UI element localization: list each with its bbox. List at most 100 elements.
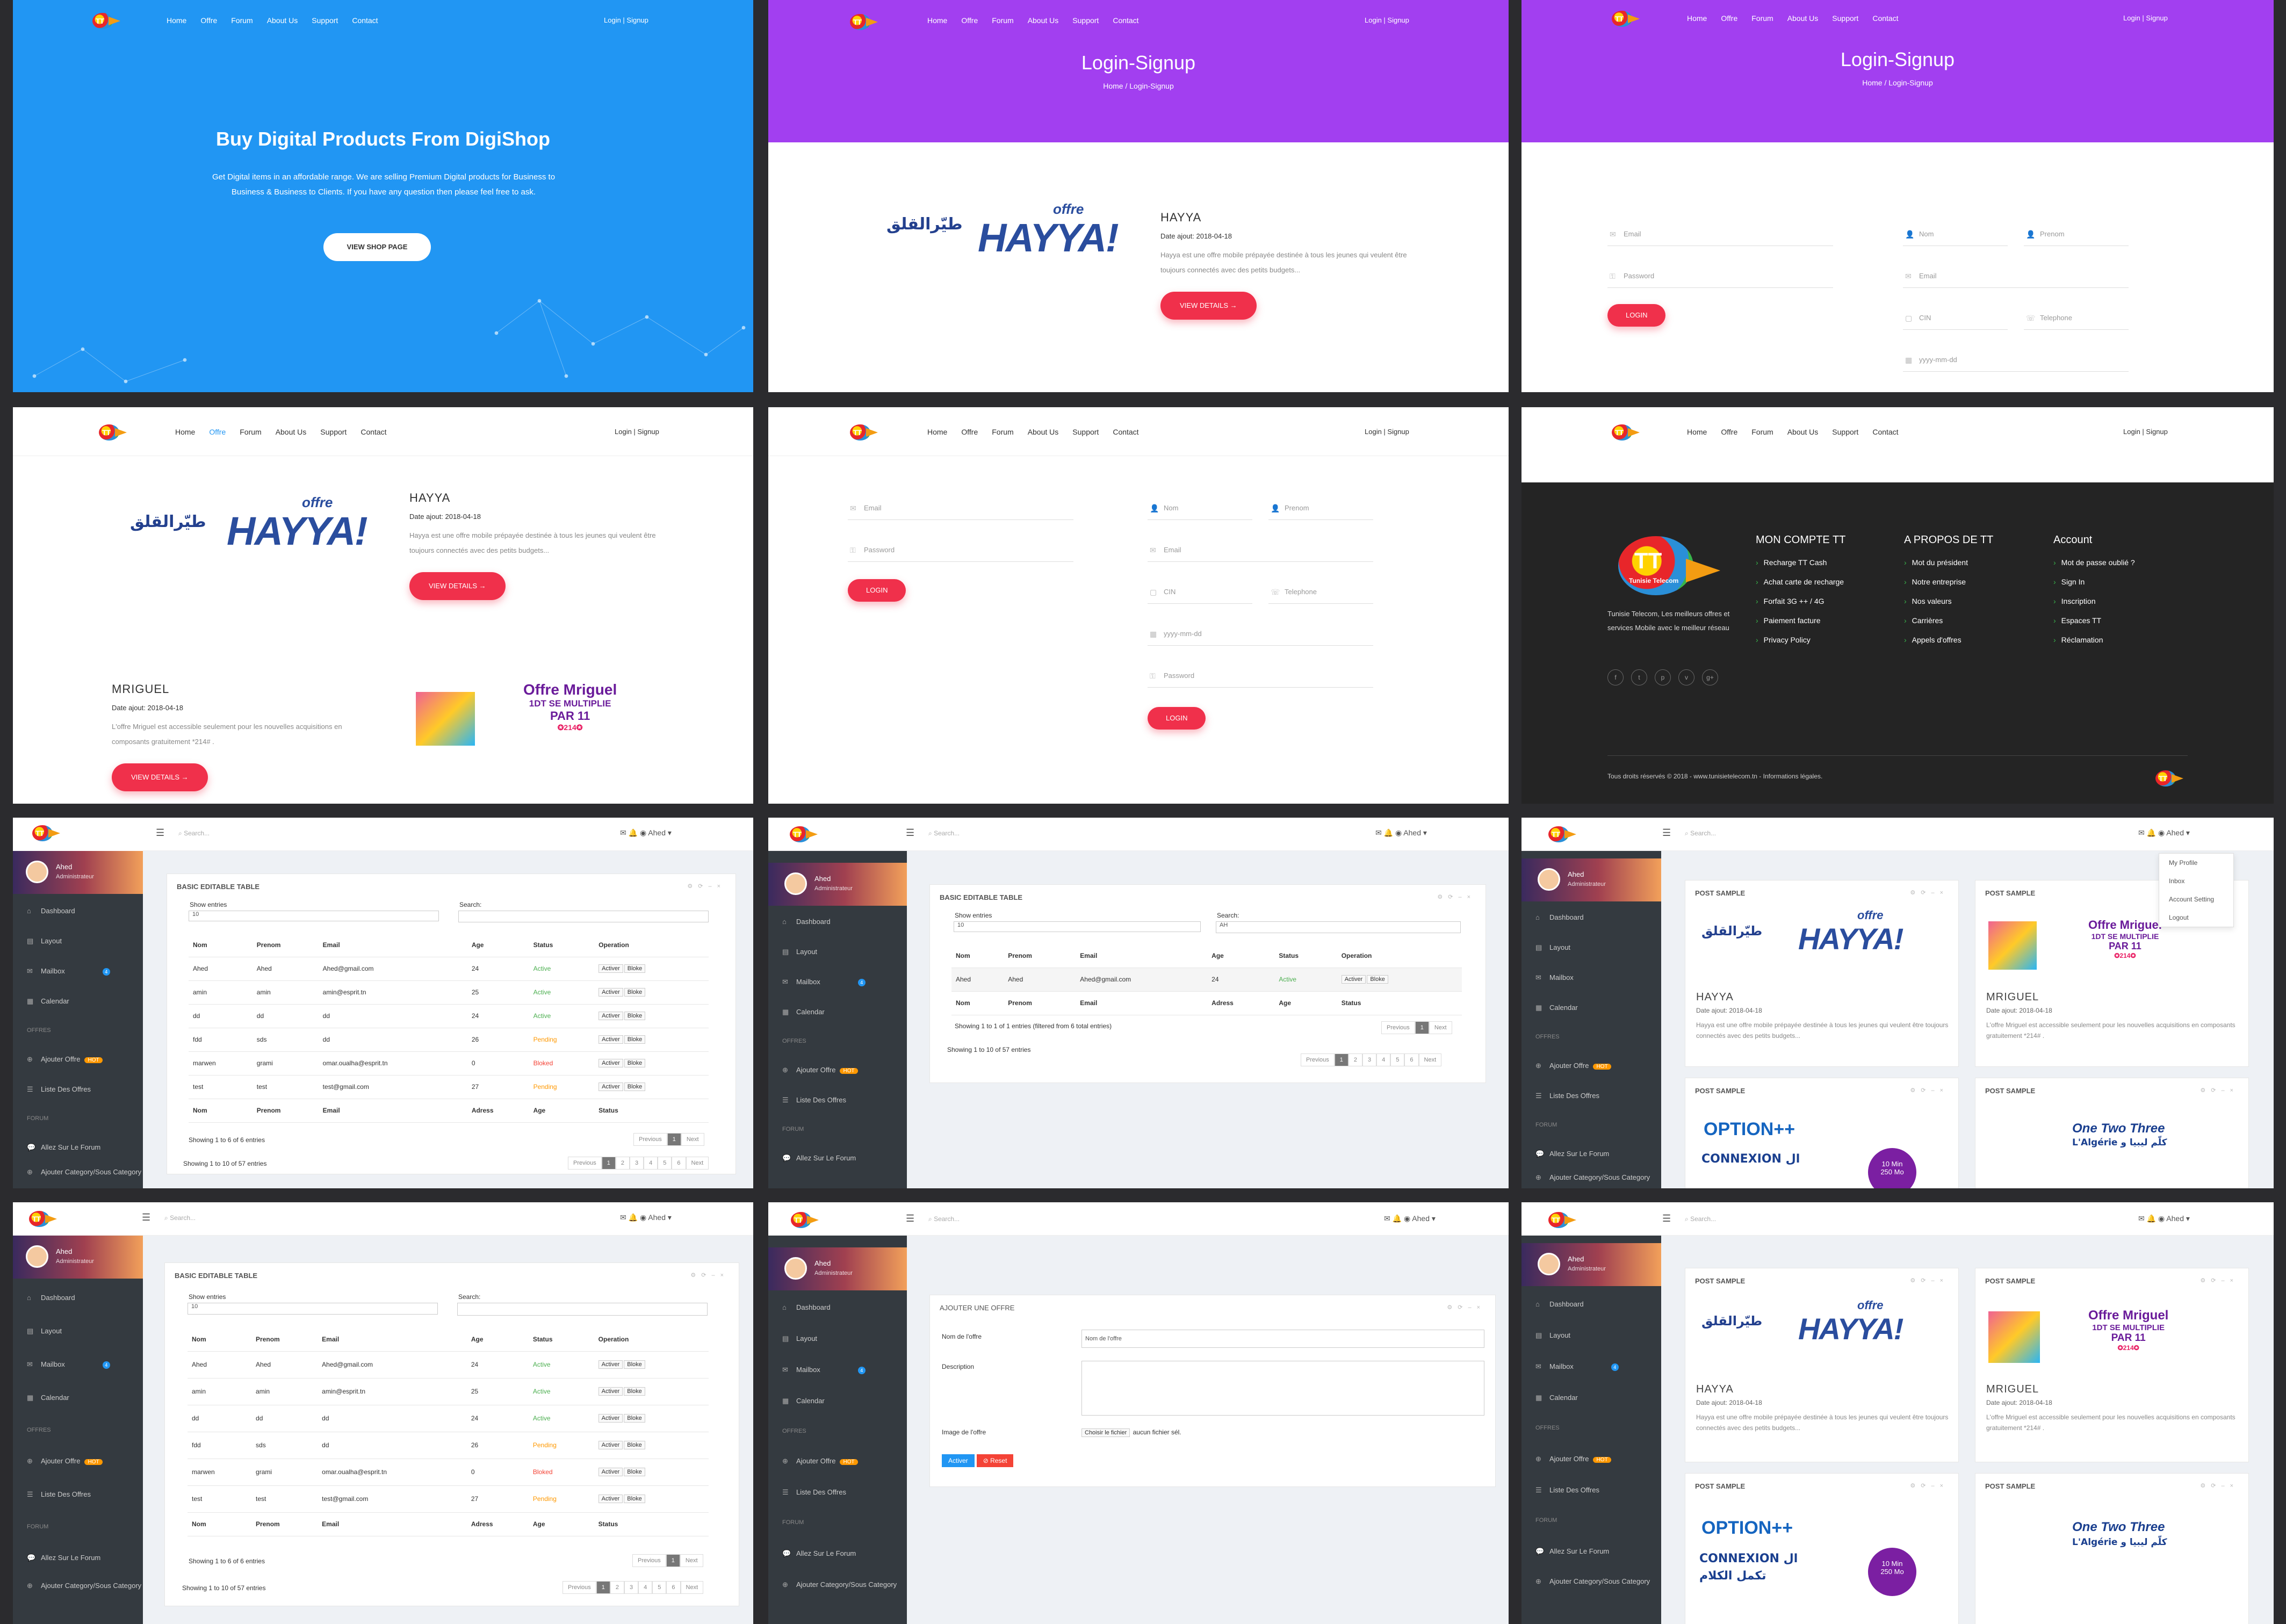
login-signup-link[interactable]: Login | Signup bbox=[2123, 428, 2168, 436]
search-input[interactable]: ⌕ Search... bbox=[1685, 829, 1716, 838]
signup-date-field[interactable]: ▦ yyyy-mm-dd bbox=[1903, 348, 2129, 372]
nav-offre[interactable]: Offre bbox=[961, 428, 978, 436]
sidebar-item-dashboard[interactable]: ⌂ Dashboard bbox=[27, 1294, 75, 1302]
tt-logo[interactable]: TT bbox=[850, 13, 880, 31]
sidebar-item-calendar[interactable]: ▦ Calendar bbox=[27, 997, 69, 1006]
sidebar-item-layout[interactable]: ▤ Layout bbox=[1535, 943, 1570, 952]
sidebar-item-forum[interactable]: 💬 Allez Sur Le Forum bbox=[27, 1554, 100, 1562]
tt-logo[interactable]: TT bbox=[99, 423, 129, 442]
activer-button[interactable]: Activer bbox=[598, 964, 623, 973]
pinterest-icon[interactable]: p bbox=[1655, 669, 1671, 685]
sidebar-item-forum[interactable]: 💬 Allez Sur Le Forum bbox=[782, 1154, 856, 1163]
tt-logo[interactable]: TT bbox=[92, 12, 122, 30]
bloke-button[interactable]: Bloke bbox=[624, 1414, 645, 1423]
signup-prenom-field[interactable]: 👤 Prenom bbox=[2024, 222, 2129, 246]
sidebar-item-calendar[interactable]: ▦ Calendar bbox=[1535, 1004, 1578, 1012]
nav-home[interactable]: Home bbox=[1687, 14, 1707, 23]
activer-button[interactable]: Activer bbox=[598, 1468, 623, 1476]
sidebar-item-layout[interactable]: ▤ Layout bbox=[27, 1327, 62, 1336]
bloke-button[interactable]: Bloke bbox=[624, 1012, 646, 1020]
twitter-icon[interactable]: t bbox=[1631, 669, 1647, 685]
nav-support[interactable]: Support bbox=[320, 428, 347, 436]
sidebar-item-category[interactable]: ⊕ Ajouter Category/Sous Category bbox=[1535, 1577, 1650, 1586]
sidebar-item-ajouter-offre[interactable]: ⊕ Ajouter Offre HOT bbox=[1535, 1062, 1611, 1070]
footer-link[interactable]: Forfait 3G ++ / 4G bbox=[1756, 597, 1845, 605]
tt-logo[interactable]: TT bbox=[1548, 825, 1578, 843]
login-email-field[interactable]: ✉ Email bbox=[1607, 222, 1833, 246]
sidebar-item-calendar[interactable]: ▦ Calendar bbox=[1535, 1394, 1578, 1402]
activer-button[interactable]: Activer bbox=[598, 1360, 623, 1369]
sidebar-item-category[interactable]: ⊕ Ajouter Category/Sous Category bbox=[27, 1168, 141, 1177]
breadcrumb[interactable]: Home / Login-Signup bbox=[1521, 78, 2274, 87]
sidebar-item-dashboard[interactable]: ⌂ Dashboard bbox=[27, 907, 75, 915]
menu-toggle-icon[interactable]: ☰ bbox=[906, 827, 914, 839]
activer-button[interactable]: Activer bbox=[598, 1441, 623, 1449]
nav-support[interactable]: Support bbox=[1832, 14, 1858, 23]
sidebar-item-dashboard[interactable]: ⌂ Dashboard bbox=[1535, 1300, 1584, 1308]
menu-inbox[interactable]: Inbox bbox=[2159, 872, 2233, 890]
menu-toggle-icon[interactable]: ☰ bbox=[1662, 827, 1671, 839]
avatar[interactable] bbox=[1538, 868, 1560, 891]
bell-icon[interactable]: 🔔 bbox=[2147, 828, 2156, 837]
login-signup-link[interactable]: Login | Signup bbox=[604, 16, 648, 24]
nav-contact[interactable]: Contact bbox=[1113, 428, 1138, 436]
tt-logo[interactable]: TT bbox=[1548, 1211, 1578, 1229]
entries-select[interactable]: 10 bbox=[188, 1303, 438, 1315]
signup-date-field[interactable]: ▦ yyyy-mm-dd bbox=[1148, 622, 1373, 646]
bloke-button[interactable]: Bloke bbox=[624, 964, 646, 973]
avatar[interactable]: ◉ bbox=[1395, 828, 1402, 837]
nav-support[interactable]: Support bbox=[312, 16, 338, 25]
nav-offre[interactable]: Offre bbox=[1721, 14, 1737, 23]
signup-telephone-field[interactable]: ☏ Telephone bbox=[1268, 580, 1373, 604]
activer-button[interactable]: Activer bbox=[598, 1082, 623, 1091]
card-controls-icon[interactable]: ⚙⟳–× bbox=[1910, 1482, 1949, 1489]
view-details-button[interactable]: VIEW DETAILS → bbox=[1160, 292, 1257, 320]
sidebar-item-layout[interactable]: ▤ Layout bbox=[27, 937, 62, 945]
footer-link[interactable]: Notre entreprise bbox=[1904, 578, 1993, 586]
bloke-button[interactable]: Bloke bbox=[624, 988, 646, 997]
nav-home[interactable]: Home bbox=[927, 16, 947, 25]
login-password-field[interactable]: ⚿ Password bbox=[848, 538, 1073, 562]
avatar[interactable] bbox=[26, 861, 48, 883]
mail-icon[interactable]: ✉ bbox=[620, 1213, 626, 1222]
tt-logo[interactable]: TT bbox=[790, 825, 820, 843]
bloke-button[interactable]: Bloke bbox=[1367, 975, 1388, 984]
sidebar-item-liste-offres[interactable]: ☰ Liste Des Offres bbox=[1535, 1486, 1599, 1495]
signup-email-field[interactable]: ✉ Email bbox=[1903, 264, 2129, 288]
nav-offre[interactable]: Offre bbox=[961, 16, 978, 25]
footer-link[interactable]: Sign In bbox=[2053, 578, 2135, 586]
activer-button[interactable]: Activer bbox=[598, 988, 623, 997]
search-input[interactable]: ⌕ Search... bbox=[1685, 1215, 1716, 1223]
nav-contact[interactable]: Contact bbox=[352, 16, 378, 25]
footer-link[interactable]: Privacy Policy bbox=[1756, 636, 1845, 644]
nav-offre[interactable]: Offre bbox=[209, 428, 226, 436]
sidebar-item-forum[interactable]: 💬 Allez Sur Le Forum bbox=[1535, 1547, 1609, 1556]
activer-button[interactable]: Activer bbox=[598, 1414, 623, 1423]
nav-support[interactable]: Support bbox=[1072, 16, 1099, 25]
login-signup-link[interactable]: Login | Signup bbox=[1365, 16, 1409, 24]
login-password-field[interactable]: ⚿ Password bbox=[1607, 264, 1833, 288]
sidebar-item-forum[interactable]: 💬 Allez Sur Le Forum bbox=[1535, 1150, 1609, 1158]
nav-about[interactable]: About Us bbox=[267, 16, 298, 25]
sidebar-item-category[interactable]: ⊕ Ajouter Category/Sous Category bbox=[782, 1580, 897, 1589]
bell-icon[interactable]: 🔔 bbox=[629, 828, 638, 837]
offer-description-textarea[interactable] bbox=[1081, 1361, 1484, 1416]
card-controls-icon[interactable]: ⚙⟳–× bbox=[2200, 1277, 2239, 1284]
sidebar-item-forum[interactable]: 💬 Allez Sur Le Forum bbox=[782, 1549, 856, 1558]
nav-about[interactable]: About Us bbox=[1028, 16, 1059, 25]
sidebar-item-ajouter-offre[interactable]: ⊕ Ajouter Offre HOT bbox=[782, 1066, 858, 1074]
avatar[interactable]: ◉ bbox=[1404, 1214, 1410, 1223]
sidebar-item-mailbox[interactable]: ✉ Mailbox 4 bbox=[1535, 1362, 1619, 1371]
activer-button[interactable]: Activer bbox=[598, 1035, 623, 1044]
breadcrumb[interactable]: Home / Login-Signup bbox=[768, 82, 1509, 90]
sidebar-item-dashboard[interactable]: ⌂ Dashboard bbox=[1535, 913, 1584, 921]
nav-home[interactable]: Home bbox=[927, 428, 947, 436]
nav-about[interactable]: About Us bbox=[276, 428, 307, 436]
signup-cin-field[interactable]: ▢ CIN bbox=[1148, 580, 1252, 604]
sidebar-item-layout[interactable]: ▤ Layout bbox=[782, 1334, 817, 1343]
footer-link[interactable]: Carrières bbox=[1904, 616, 1993, 625]
search-input[interactable]: ⌕ Search... bbox=[928, 829, 960, 838]
sidebar-item-ajouter-offre[interactable]: ⊕ Ajouter Offre HOT bbox=[27, 1457, 103, 1466]
sidebar-item-liste-offres[interactable]: ☰ Liste Des Offres bbox=[27, 1085, 91, 1094]
footer-link[interactable]: Espaces TT bbox=[2053, 616, 2135, 625]
